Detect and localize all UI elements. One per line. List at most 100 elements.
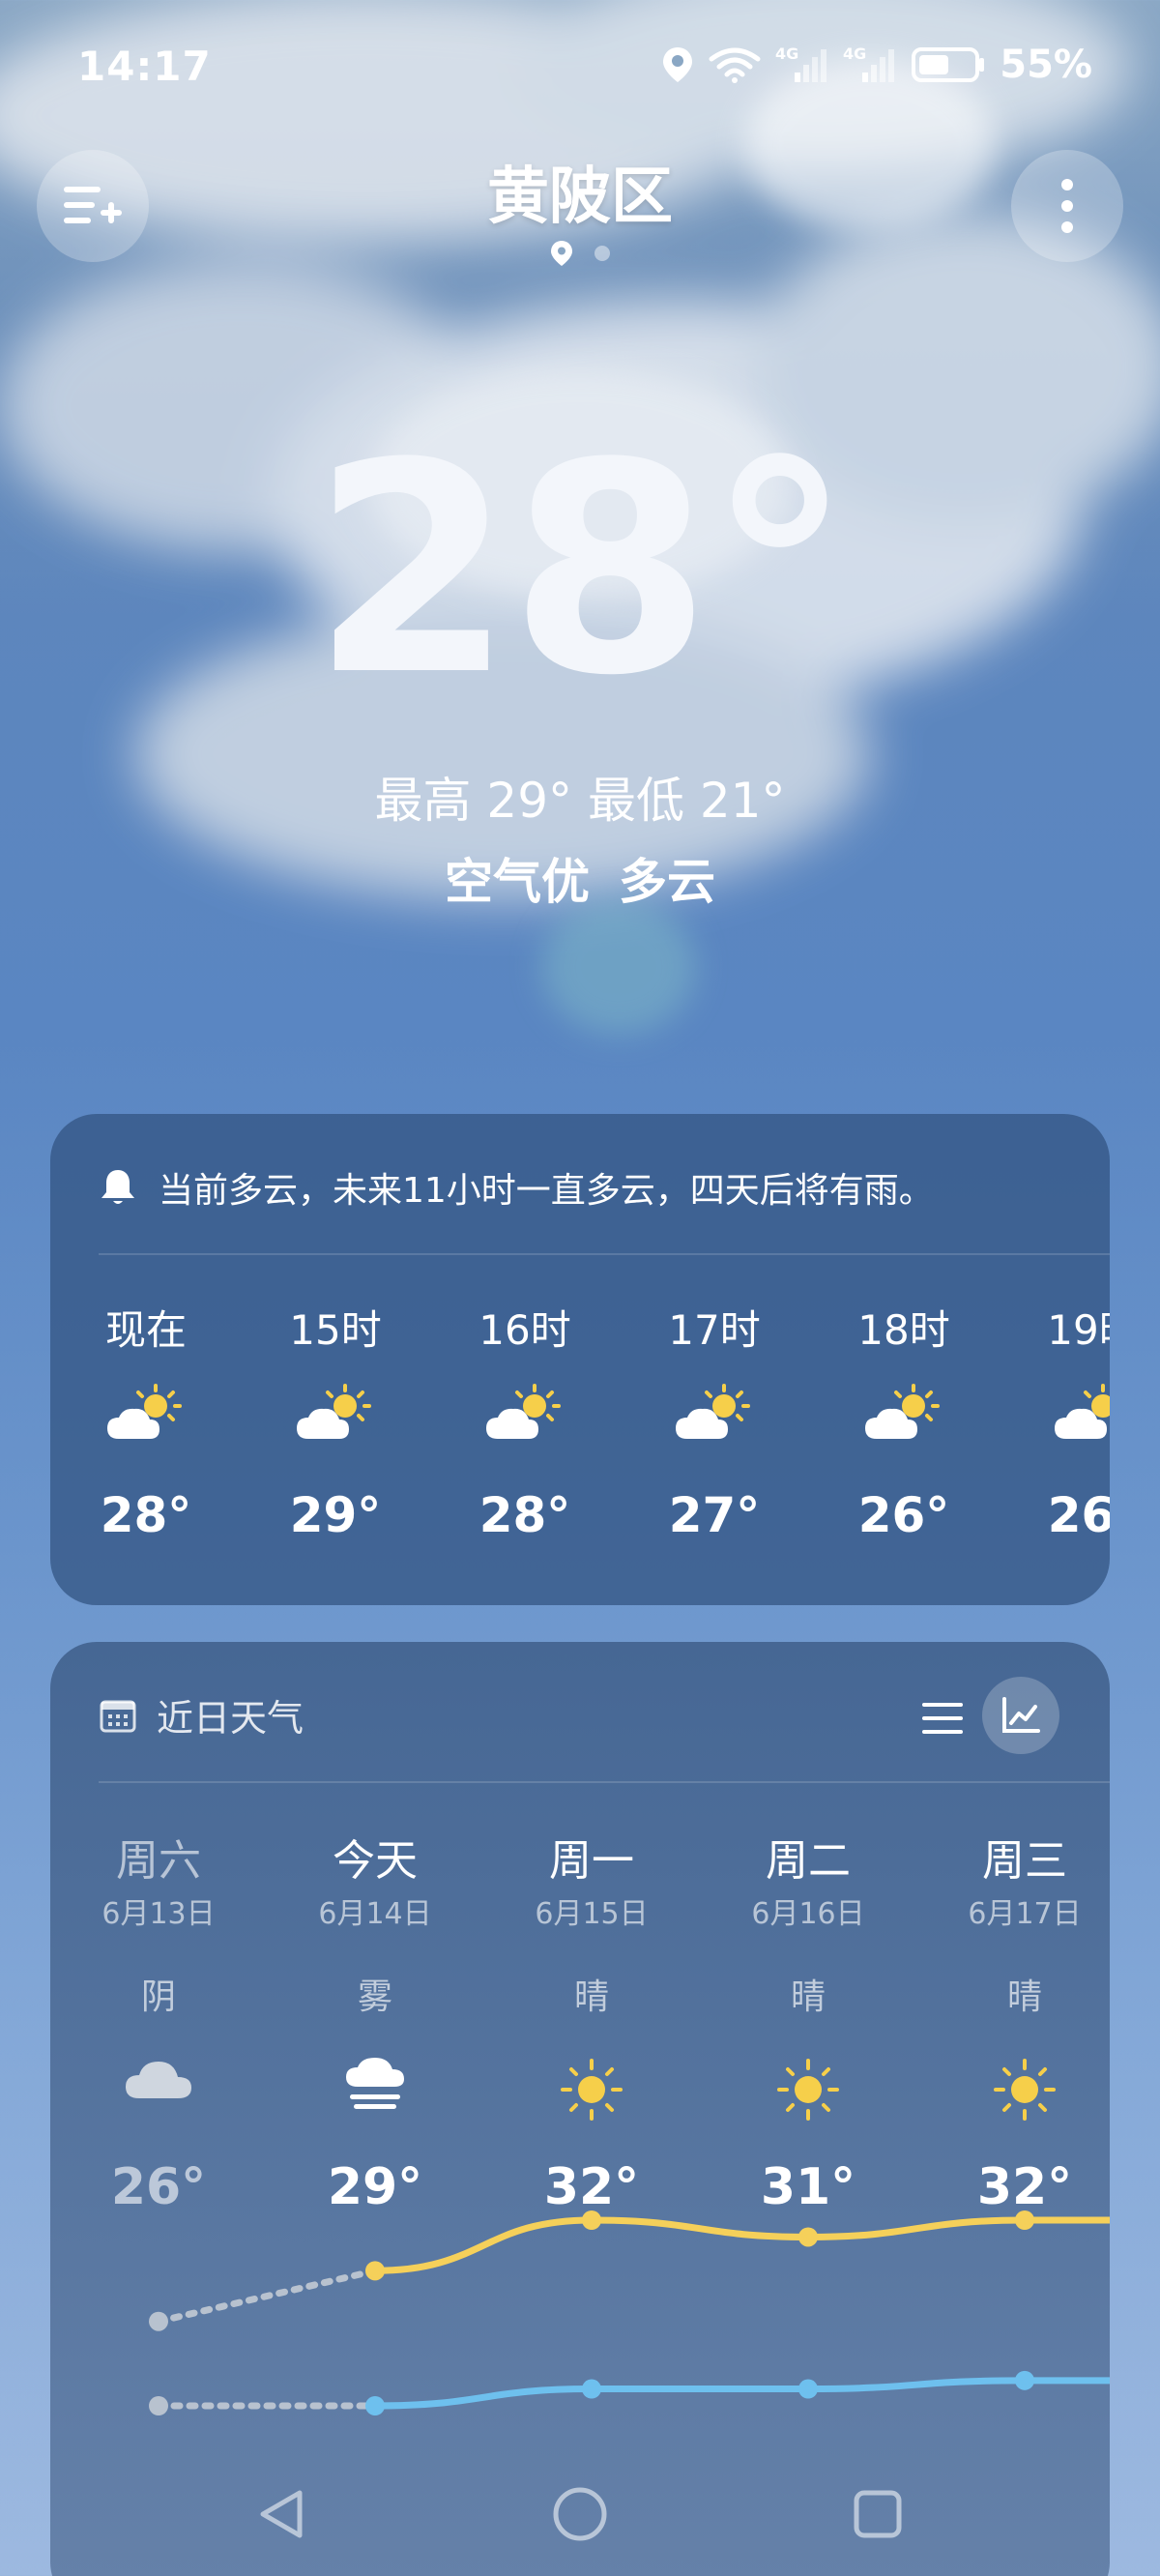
page-dot: [594, 246, 610, 261]
hour-item[interactable]: 现在 28°: [73, 1298, 218, 1543]
high-temp-line: [371, 2216, 1110, 2274]
partly-cloudy-icon: [107, 1384, 182, 1439]
day-item[interactable]: 周六 6月13日 阴 26°: [81, 1826, 236, 2216]
sun-icon: [561, 2059, 623, 2121]
hour-item[interactable]: 18时 26°: [831, 1298, 976, 1543]
day-condition: 晴: [790, 1977, 826, 2017]
hour-temp: 26°: [857, 1487, 950, 1543]
day-name: 周六: [116, 1836, 201, 1886]
daily-divider: [99, 1781, 1110, 1783]
high-low-temperature: 最高 29° 最低 21°: [374, 773, 786, 829]
hour-temp: 28°: [100, 1487, 192, 1543]
low-temp-line: [371, 2377, 1110, 2410]
battery-percent: 55%: [1000, 43, 1092, 87]
low-temp-point: [365, 2396, 385, 2415]
low-temp-point: [149, 2396, 168, 2415]
day-name: 周一: [549, 1836, 634, 1886]
wifi-icon: [708, 45, 762, 84]
day-condition: 晴: [1006, 1977, 1042, 2017]
more-vertical-icon: [1061, 179, 1073, 233]
hour-label: 现在: [104, 1306, 187, 1354]
day-item[interactable]: 今天 6月14日 雾 29°: [298, 1826, 452, 2216]
high-temp-past-segment: [155, 2267, 379, 2326]
air-quality-label: 空气优: [445, 854, 590, 910]
cellular-signal-2-icon: 4G: [843, 44, 897, 86]
day-date: 6月17日: [968, 1897, 1082, 1931]
day-condition: 雾: [357, 1977, 392, 2017]
partly-cloudy-icon: [297, 1384, 371, 1439]
high-temp-point: [365, 2261, 385, 2281]
more-options-button[interactable]: [1011, 150, 1123, 262]
air-quality-condition: 空气优 多云: [0, 843, 1160, 913]
hourly-divider: [99, 1253, 1110, 1255]
day-condition: 阴: [140, 1977, 176, 2017]
sun-icon: [994, 2059, 1056, 2121]
hour-label: 16时: [478, 1306, 571, 1354]
day-item[interactable]: 周二 6月16日 晴 31°: [731, 1826, 885, 2216]
hour-temp: 27°: [668, 1487, 761, 1543]
nav-recents-button[interactable]: [851, 2487, 905, 2545]
temperature-trend-chart: [149, 2210, 1110, 2415]
hour-temp: 28°: [478, 1487, 571, 1543]
partly-cloudy-icon: [1055, 1384, 1110, 1439]
day-name: 周三: [982, 1836, 1067, 1886]
list-view-icon: [922, 1703, 963, 1734]
status-icons: 4G 4G 55%: [661, 43, 1092, 87]
chart-view-button[interactable]: [982, 1677, 1059, 1754]
cellular-signal-1-icon: 4G: [775, 44, 829, 86]
hour-label: 15时: [289, 1306, 382, 1354]
back-icon: [260, 2490, 303, 2538]
hour-item[interactable]: 16时 28°: [452, 1298, 597, 1543]
hour-item[interactable]: 15时 29°: [263, 1298, 408, 1543]
overcast-icon: [126, 2062, 191, 2098]
current-condition: 多云: [619, 854, 715, 910]
page-indicator: [0, 240, 1160, 267]
home-icon: [553, 2487, 607, 2541]
low-temp-point: [1015, 2370, 1034, 2390]
nav-home-button[interactable]: [551, 2485, 609, 2547]
low-temp-point: [582, 2379, 601, 2399]
hour-temp: 29°: [289, 1487, 382, 1543]
status-time: 14:17: [77, 43, 212, 90]
sun-icon: [777, 2059, 839, 2121]
hour-item[interactable]: 19时 26°: [1021, 1298, 1110, 1543]
recents-icon: [854, 2490, 902, 2538]
location-status-icon: [661, 45, 694, 84]
high-temp-point: [1015, 2210, 1034, 2230]
daily-forecast-card[interactable]: 近日天气 周六 6月13日 阴 26° 今天 6月14日 雾 29° 周一 6月…: [50, 1642, 1110, 2576]
low-temp-point: [798, 2379, 818, 2399]
day-name: 今天: [333, 1836, 418, 1886]
list-view-button[interactable]: [918, 1694, 967, 1742]
day-condition: 晴: [573, 1977, 609, 2017]
current-temperature: 28°: [311, 401, 852, 739]
partly-cloudy-icon: [486, 1384, 561, 1439]
svg-text:4G: 4G: [843, 44, 866, 63]
nav-back-button[interactable]: [255, 2487, 309, 2545]
day-date: 6月16日: [751, 1897, 865, 1931]
day-item[interactable]: 周一 6月15日 晴 32°: [514, 1826, 669, 2216]
alert-text: 当前多云，未来11小时一直多云，四天后将有雨。: [159, 1171, 934, 1211]
status-bar: 14:17 4G 4G 55%: [0, 0, 1160, 135]
chart-view-icon: [1002, 1697, 1040, 1733]
svg-text:4G: 4G: [775, 44, 798, 63]
day-date: 6月13日: [102, 1897, 216, 1931]
hourly-list[interactable]: 现在 28° 15时 29° 16时 28° 17时 27° 18时 26° 1…: [50, 1298, 1110, 1588]
weather-alert: 当前多云，未来11小时一直多云，四天后将有雨。: [99, 1162, 934, 1213]
location-pin-icon: [551, 241, 572, 266]
battery-icon: [911, 45, 986, 84]
hour-label: 19时: [1047, 1306, 1110, 1354]
partly-cloudy-icon: [865, 1384, 940, 1439]
daily-list[interactable]: 周六 6月13日 阴 26° 今天 6月14日 雾 29° 周一 6月15日 晴…: [50, 1826, 1110, 2232]
day-date: 6月14日: [318, 1897, 432, 1931]
hourly-forecast-card[interactable]: 当前多云，未来11小时一直多云，四天后将有雨。 现在 28° 15时 29° 1…: [50, 1114, 1110, 1605]
day-name: 周二: [766, 1836, 851, 1886]
fog-icon: [346, 2058, 404, 2109]
bell-icon: [102, 1170, 134, 1204]
hour-temp: 26°: [1047, 1487, 1110, 1543]
day-item[interactable]: 周三 6月17日 晴 32°: [947, 1826, 1102, 2216]
high-temp-point: [798, 2227, 818, 2247]
hour-item[interactable]: 17时 27°: [642, 1298, 787, 1543]
hour-label: 17时: [668, 1306, 761, 1354]
daily-header: 近日天气: [99, 1688, 304, 1742]
high-temp-point: [582, 2210, 601, 2230]
